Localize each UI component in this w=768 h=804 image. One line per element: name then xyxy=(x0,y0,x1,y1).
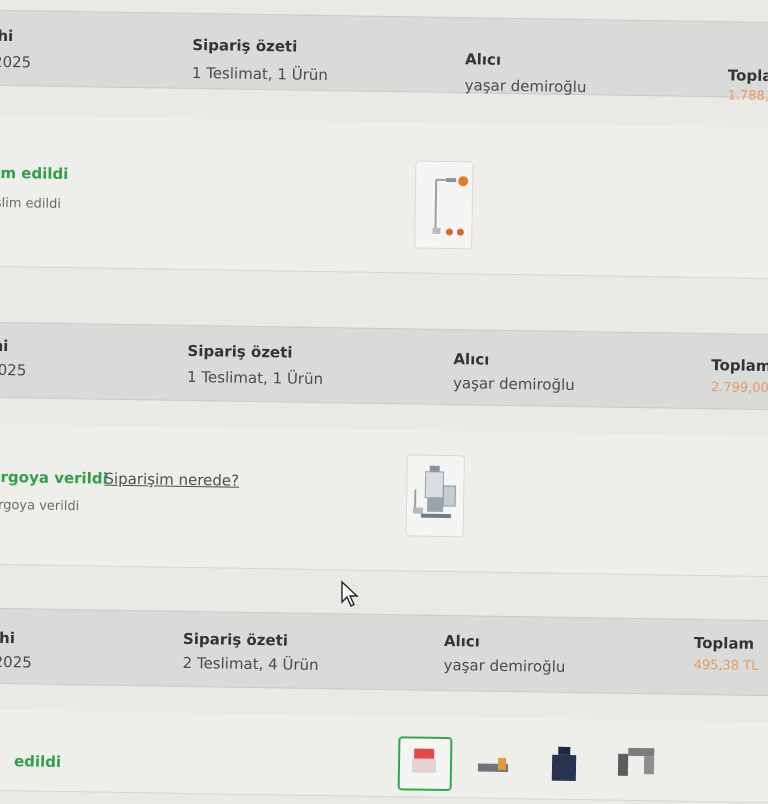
delivery-status-title: edildi xyxy=(14,752,61,771)
order-total-label: Toplam xyxy=(728,66,768,85)
food-processor-icon xyxy=(407,455,464,536)
order-date-value: 2025 xyxy=(0,53,31,72)
order-date-label: hi xyxy=(0,27,13,45)
product-thumbnail[interactable] xyxy=(470,741,519,792)
order-recipient-value: yaşar demiroğlu xyxy=(443,656,565,676)
order-recipient-label: Alıcı xyxy=(444,632,480,651)
order-header: hi 2025 Sipariş özeti 1 Teslimat, 1 Ürün… xyxy=(0,10,768,99)
product-thumbnail[interactable] xyxy=(398,736,453,791)
mouse-cursor-icon xyxy=(340,580,360,608)
order-header: ihi 2025 Sipariş özeti 2 Teslimat, 4 Ürü… xyxy=(0,608,768,697)
order-body[interactable]: edildi xyxy=(0,710,768,804)
bottle-icon xyxy=(540,739,589,790)
where-is-my-order-link[interactable]: Siparişim nerede? xyxy=(104,470,239,490)
product-thumbnail[interactable] xyxy=(406,454,465,537)
order-summary-value: 1 Teslimat, 1 Ürün xyxy=(187,368,323,388)
order-summary-label: Sipariş özeti xyxy=(187,342,292,362)
order-date-value: 2025 xyxy=(0,361,26,380)
clamp-icon xyxy=(610,738,665,789)
delivery-status-subtitle: argoya verildi xyxy=(0,498,79,514)
order-summary-label: Sipariş özeti xyxy=(183,630,288,650)
order-body[interactable]: argoya verildi Siparişim nerede? argoya … xyxy=(0,424,768,578)
order-card: ihi 2025 Sipariş özeti 2 Teslimat, 4 Ürü… xyxy=(0,0,768,7)
order-total-label: Toplam xyxy=(711,356,768,375)
order-recipient-value: yaşar demiroğlu xyxy=(453,374,575,394)
tool-icon xyxy=(470,741,519,792)
order-summary-value: 1 Teslimat, 1 Ürün xyxy=(192,64,328,84)
order-recipient-value: yaşar demiroğlu xyxy=(465,76,587,96)
order-date-label: hi xyxy=(0,337,9,355)
shower-set-icon xyxy=(415,161,472,248)
order-card: hi 2025 Sipariş özeti 1 Teslimat, 1 Ürün… xyxy=(0,0,768,7)
order-header: hi 2025 Sipariş özeti 1 Teslimat, 1 Ürün… xyxy=(0,322,768,411)
order-summary-value: 2 Teslimat, 4 Ürün xyxy=(182,654,318,674)
delivery-status-subtitle: slim edildi xyxy=(0,196,61,212)
order-card: hi 2025 Sipariş özeti 1 Teslimat, 1 Ürün… xyxy=(0,0,768,7)
order-total-label: Toplam xyxy=(694,634,754,653)
order-total-value: 1.788, xyxy=(727,88,768,104)
product-thumbnail[interactable] xyxy=(540,739,589,790)
delivery-status-title: argoya verildi xyxy=(0,468,108,488)
order-date-value: 2025 xyxy=(0,653,32,672)
order-date-label: ihi xyxy=(0,629,15,647)
product-thumbnail[interactable] xyxy=(610,738,665,789)
order-recipient-label: Alıcı xyxy=(453,350,489,369)
delivery-status-title: im edildi xyxy=(0,164,68,183)
order-total-value: 2.799,00 xyxy=(711,380,768,396)
product-box-icon xyxy=(400,738,451,789)
order-total-value: 495,38 TL xyxy=(694,658,759,674)
product-thumbnail[interactable] xyxy=(414,160,473,249)
order-recipient-label: Alıcı xyxy=(465,50,501,69)
order-body[interactable]: im edildi slim edildi xyxy=(0,116,768,280)
order-list: hi 2025 Sipariş özeti 1 Teslimat, 1 Ürün… xyxy=(0,0,768,774)
order-summary-label: Sipariş özeti xyxy=(192,36,297,56)
